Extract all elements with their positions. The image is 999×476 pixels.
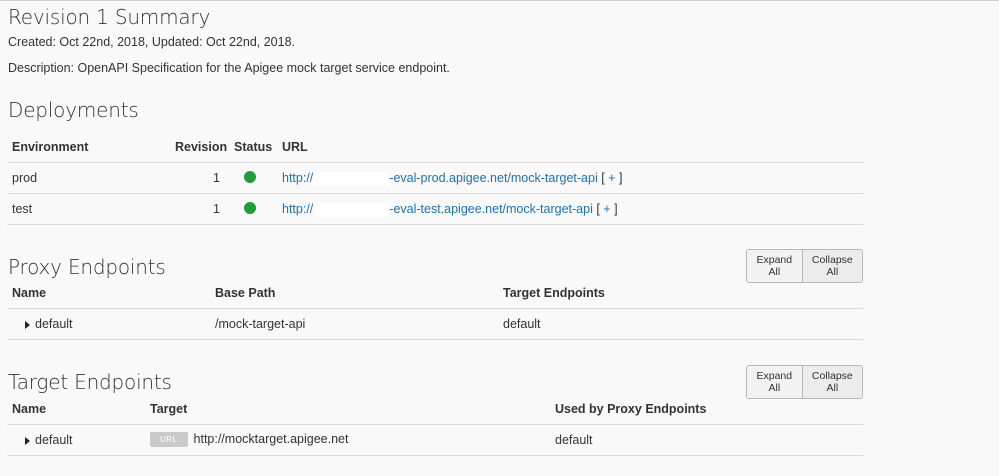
redacted-org-mask — [313, 202, 390, 217]
caret-right-icon[interactable] — [25, 320, 30, 329]
deployment-url-link[interactable]: http://-eval-prod.apigee.net/mock-target… — [282, 171, 598, 186]
col-header-used-by: Used by Proxy Endpoints — [555, 402, 707, 416]
deployments-title: Deployments — [8, 98, 139, 122]
table-row[interactable]: default URL http://mocktarget.apigee.net … — [7, 425, 863, 456]
expand-url-link[interactable]: [ + ] — [601, 171, 622, 185]
proxy-endpoints-title: Proxy Endpoints — [8, 255, 166, 279]
table-row: prod 1 http://-eval-prod.apigee.net/mock… — [7, 163, 863, 194]
expand-url-link[interactable]: [ + ] — [596, 202, 617, 216]
table-header-row: Name Base Path Target Endpoints — [7, 278, 863, 309]
page-title: Revision 1 Summary — [8, 5, 211, 29]
target-endpoints-table: Name Target Used by Proxy Endpoints defa… — [7, 394, 863, 456]
description-text: Description: OpenAPI Specification for t… — [8, 61, 450, 75]
col-header-target-endpoints: Target Endpoints — [503, 286, 605, 300]
col-header-url: URL — [282, 140, 308, 154]
col-header-environment: Environment — [12, 140, 89, 154]
col-header-revision: Revision — [175, 140, 228, 154]
deployments-table: Environment Revision Status URL prod 1 h… — [7, 132, 863, 225]
url-cell: http://-eval-prod.apigee.net/mock-target… — [282, 171, 622, 186]
col-header-name: Name — [12, 286, 47, 300]
col-header-name: Name — [12, 402, 47, 416]
url-type-badge: URL — [150, 432, 188, 448]
target-endpoints-title: Target Endpoints — [8, 370, 172, 394]
name-cell[interactable]: default — [25, 433, 73, 447]
redacted-org-mask — [313, 171, 390, 186]
table-row[interactable]: default /mock-target-api default — [7, 309, 863, 340]
revision-cell: 1 — [213, 202, 220, 216]
status-ok-icon — [244, 202, 256, 214]
environment-cell: test — [12, 202, 33, 216]
caret-right-icon[interactable] — [25, 436, 30, 445]
table-header-row: Name Target Used by Proxy Endpoints — [7, 394, 863, 425]
revision-cell: 1 — [213, 171, 220, 185]
url-cell: http://-eval-test.apigee.net/mock-target… — [282, 202, 618, 217]
table-row: test 1 http://-eval-test.apigee.net/mock… — [7, 194, 863, 225]
table-header-row: Environment Revision Status URL — [7, 132, 863, 163]
environment-cell: prod — [12, 171, 38, 185]
used-by-cell: default — [555, 433, 593, 447]
target-cell: URL http://mocktarget.apigee.net — [150, 432, 348, 448]
target-endpoints-cell: default — [503, 317, 541, 331]
base-path-cell: /mock-target-api — [215, 317, 306, 331]
deployment-url-link[interactable]: http://-eval-test.apigee.net/mock-target… — [282, 202, 593, 217]
proxy-endpoints-table: Name Base Path Target Endpoints default … — [7, 278, 863, 340]
created-updated-text: Created: Oct 22nd, 2018, Updated: Oct 22… — [8, 35, 295, 49]
col-header-base-path: Base Path — [215, 286, 276, 300]
status-ok-icon — [244, 171, 256, 183]
name-cell[interactable]: default — [25, 317, 73, 331]
col-header-target: Target — [150, 402, 188, 416]
col-header-status: Status — [234, 140, 273, 154]
